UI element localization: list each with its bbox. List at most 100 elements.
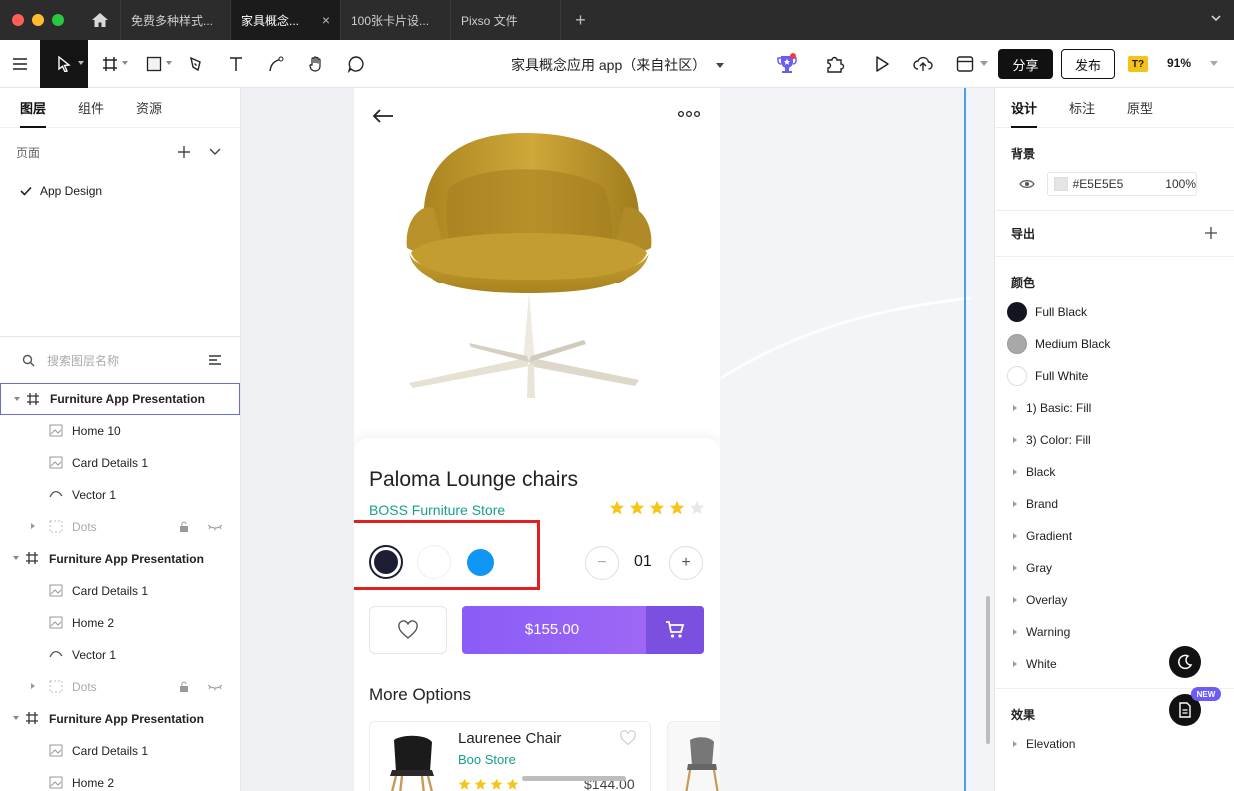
style-group[interactable]: Black xyxy=(1013,456,1055,488)
style-group[interactable]: Gray xyxy=(1013,552,1052,584)
layer-item[interactable]: Home 10 xyxy=(0,415,240,447)
trophy-icon[interactable] xyxy=(776,53,798,78)
zoom-chevron-icon[interactable] xyxy=(1210,61,1218,67)
close-window-button[interactable] xyxy=(12,14,24,26)
maximize-window-button[interactable] xyxy=(52,14,64,26)
layer-search-input[interactable]: 搜索图层名称 xyxy=(0,346,240,374)
style-group[interactable]: Gradient xyxy=(1013,520,1072,552)
design-canvas[interactable]: Paloma Lounge chairs BOSS Furniture Stor… xyxy=(241,88,994,791)
add-export-icon[interactable] xyxy=(1204,226,1218,240)
tab-prototype[interactable]: 原型 xyxy=(1127,88,1153,128)
help-badge[interactable]: T? xyxy=(1128,56,1148,72)
tab-furniture-concept[interactable]: 家具概念... × xyxy=(230,0,340,40)
swatch-fill xyxy=(374,550,398,574)
add-to-cart-button[interactable]: $155.00 xyxy=(462,606,704,654)
style-group[interactable]: 1) Basic: Fill xyxy=(1013,392,1091,424)
lock-icon[interactable] xyxy=(178,521,190,533)
style-group[interactable]: 3) Color: Fill xyxy=(1013,424,1091,456)
tab-annotate[interactable]: 标注 xyxy=(1069,88,1095,128)
layer-item[interactable]: Dots xyxy=(0,671,240,703)
layout-panel-icon[interactable] xyxy=(956,55,988,73)
shape-tool-button[interactable] xyxy=(132,40,176,88)
add-page-icon[interactable] xyxy=(177,145,191,159)
store-link[interactable]: BOSS Furniture Store xyxy=(369,502,505,518)
layer-item[interactable]: Home 2 xyxy=(0,767,240,791)
close-tab-icon[interactable]: × xyxy=(322,12,330,28)
style-group[interactable]: Brand xyxy=(1013,488,1058,520)
home-icon[interactable] xyxy=(80,0,120,40)
tab-design[interactable]: 设计 xyxy=(1011,88,1038,128)
layer-frame[interactable]: Furniture App Presentation xyxy=(0,383,240,415)
publish-button[interactable]: 发布 xyxy=(1061,49,1115,79)
layer-item[interactable]: Dots xyxy=(0,511,240,543)
document-title[interactable]: 家具概念应用 app（来自社区） xyxy=(511,55,725,75)
color-swatch-blue[interactable] xyxy=(463,545,497,579)
frame-tool-button[interactable] xyxy=(88,40,132,88)
hidden-eye-icon[interactable] xyxy=(207,683,223,691)
rating-stars xyxy=(609,500,705,516)
plugin-icon[interactable] xyxy=(824,53,846,78)
tab-list-chevron-icon[interactable] xyxy=(1210,12,1222,27)
layer-item[interactable]: Vector 1 xyxy=(0,639,240,671)
layer-item[interactable]: Vector 1 xyxy=(0,479,240,511)
color-style-full-white[interactable]: Full White xyxy=(1007,360,1088,392)
layer-frame[interactable]: Furniture App Presentation xyxy=(0,543,240,575)
page-item-app-design[interactable]: App Design xyxy=(0,176,240,206)
minimize-window-button[interactable] xyxy=(32,14,44,26)
collapse-pages-chevron-icon[interactable] xyxy=(208,147,222,157)
menu-icon[interactable] xyxy=(0,40,40,88)
tab-free-styles[interactable]: 免费多种样式... xyxy=(120,0,230,40)
image-icon xyxy=(49,424,63,437)
color-swatch-white[interactable] xyxy=(417,545,451,579)
favorite-button[interactable] xyxy=(369,606,447,654)
tab-components[interactable]: 组件 xyxy=(78,88,104,128)
lock-icon[interactable] xyxy=(178,681,190,693)
option-card[interactable] xyxy=(667,721,720,791)
color-style-full-black[interactable]: Full Black xyxy=(1007,296,1087,328)
vertical-scrollbar[interactable] xyxy=(986,596,990,744)
option-heart-icon[interactable] xyxy=(619,730,637,746)
app-screen-frame[interactable]: Paloma Lounge chairs BOSS Furniture Stor… xyxy=(354,88,720,791)
background-color-swatch[interactable] xyxy=(1054,177,1068,191)
layer-item[interactable]: Card Details 1 xyxy=(0,735,240,767)
layer-item[interactable]: Card Details 1 xyxy=(0,575,240,607)
color-swatch-navy[interactable] xyxy=(369,545,403,579)
back-arrow-icon[interactable] xyxy=(372,108,394,124)
style-group[interactable]: Warning xyxy=(1013,616,1070,648)
hand-tool-button[interactable] xyxy=(296,40,336,88)
tab-100-cards[interactable]: 100张卡片设... xyxy=(340,0,450,40)
effect-style-elevation[interactable]: Elevation xyxy=(1013,728,1075,760)
quantity-increase-button[interactable]: + xyxy=(669,546,703,580)
style-group[interactable]: Overlay xyxy=(1013,584,1067,616)
connector-tool-button[interactable] xyxy=(256,40,296,88)
swatch-fill xyxy=(467,549,494,576)
move-tool-button[interactable] xyxy=(40,39,88,88)
layer-item[interactable]: Card Details 1 xyxy=(0,447,240,479)
color-style-medium-black[interactable]: Medium Black xyxy=(1007,328,1110,360)
zoom-level[interactable]: 91% xyxy=(1167,56,1191,70)
share-button[interactable]: 分享 xyxy=(998,49,1053,79)
more-options-icon[interactable] xyxy=(678,110,700,118)
quantity-decrease-button[interactable]: − xyxy=(585,546,619,580)
hidden-eye-icon[interactable] xyxy=(207,523,223,531)
filter-list-icon[interactable] xyxy=(208,354,222,366)
background-heading: 背景 xyxy=(1011,147,1036,161)
horizontal-scrollbar[interactable] xyxy=(522,776,626,781)
layer-frame[interactable]: Furniture App Presentation xyxy=(0,703,240,735)
background-color-field[interactable]: #E5E5E5 100% xyxy=(1047,172,1197,196)
tab-layers[interactable]: 图层 xyxy=(20,88,47,128)
star-empty-icon xyxy=(689,500,705,515)
play-icon[interactable] xyxy=(872,54,892,77)
option-store[interactable]: Boo Store xyxy=(458,752,516,767)
dark-mode-button[interactable] xyxy=(1169,646,1201,678)
tab-assets[interactable]: 资源 xyxy=(136,88,162,128)
pen-tool-button[interactable] xyxy=(176,40,216,88)
layer-item[interactable]: Home 2 xyxy=(0,607,240,639)
new-tab-icon[interactable]: + xyxy=(560,0,600,40)
comment-tool-button[interactable] xyxy=(336,40,376,88)
text-tool-button[interactable] xyxy=(216,40,256,88)
style-group[interactable]: White xyxy=(1013,648,1057,680)
upload-cloud-icon[interactable] xyxy=(912,54,934,77)
eye-icon[interactable] xyxy=(1019,179,1035,189)
tab-pixso-files[interactable]: Pixso 文件 xyxy=(450,0,560,40)
